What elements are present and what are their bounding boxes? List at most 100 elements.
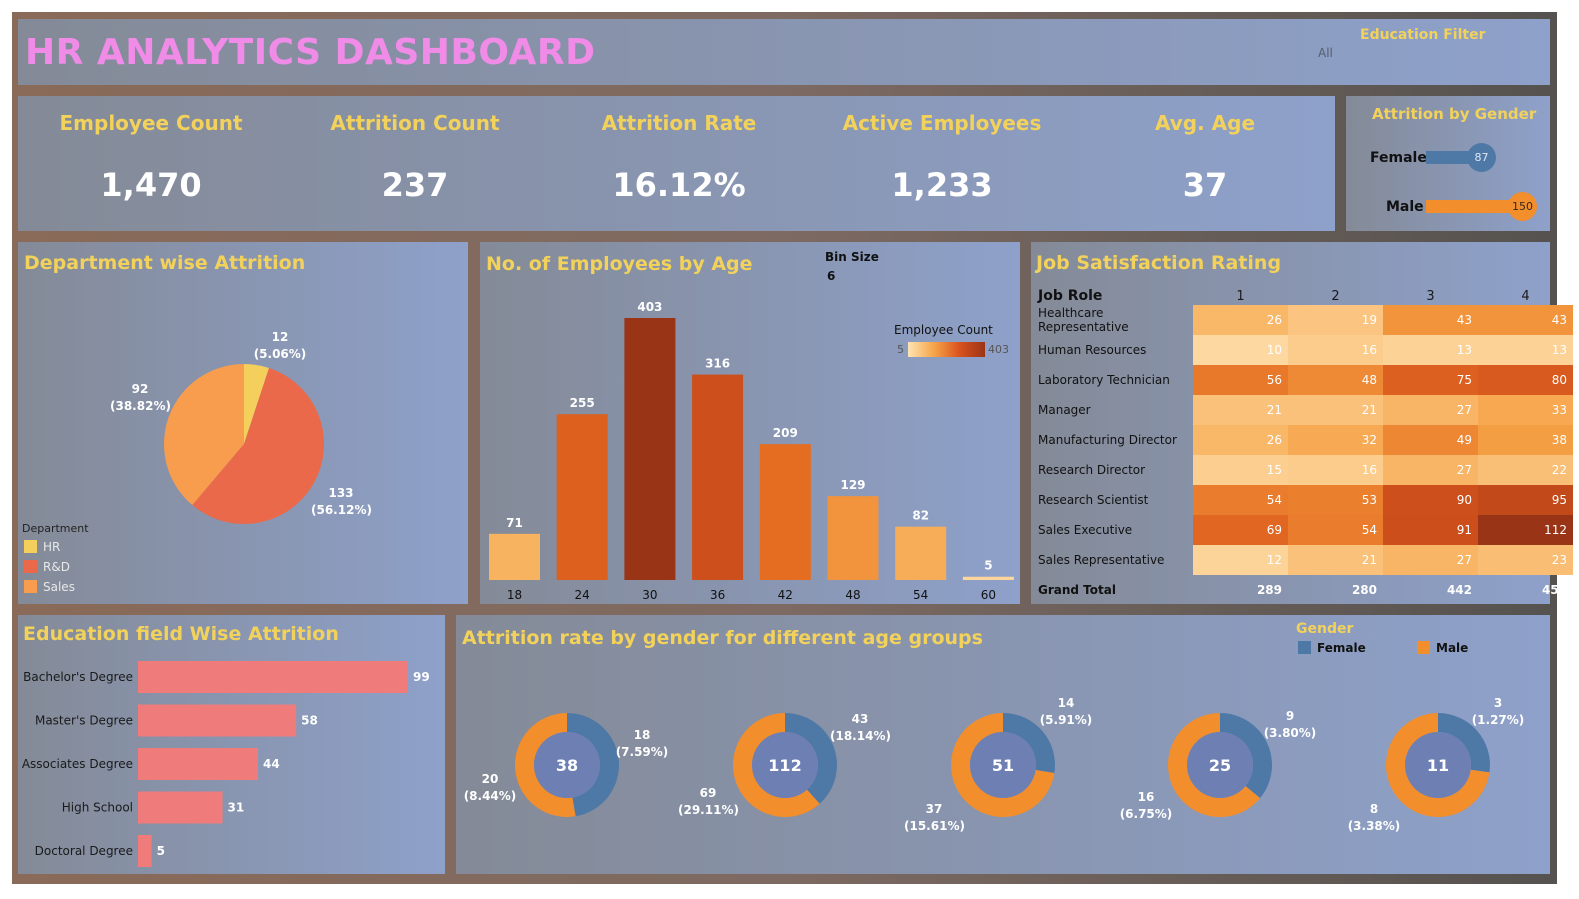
education-bar[interactable] [138, 835, 152, 867]
legend-item-rd[interactable]: R&D [24, 560, 70, 574]
grand-total-cell: 459 [1541, 583, 1567, 597]
legend-item-sales[interactable]: Sales [24, 580, 75, 594]
table-cell: 56 [1193, 365, 1288, 395]
table-cell: 54 [1193, 485, 1288, 515]
table-cell: 91 [1383, 515, 1478, 545]
table-row[interactable]: Manager 21 21 27 33 [1035, 395, 1573, 425]
table-cell: 48 [1288, 365, 1383, 395]
table-cell: 27 [1383, 545, 1478, 575]
column-header-3: 3 [1426, 288, 1435, 304]
job-role-label: Sales Representative [1038, 553, 1165, 567]
column-header-1: 1 [1236, 288, 1245, 304]
donut-male-label: 69 (29.11%) [678, 786, 739, 817]
table-row[interactable]: Research Director 15 16 27 22 [1035, 455, 1573, 485]
age-axis-tick-label: 18 [507, 588, 522, 602]
donut-total: 51 [991, 756, 1015, 775]
education-bar-value-label: 99 [413, 670, 430, 684]
age-panel: No. of Employees by Age Bin Size 6 Emplo… [480, 242, 1020, 604]
age-axis-tick-label: 24 [575, 588, 590, 602]
age-gender-panel: Attrition rate by gender for different a… [456, 615, 1550, 874]
education-category-label: High School [62, 801, 133, 815]
age-bar[interactable] [895, 526, 947, 580]
education-panel: Education field Wise Attrition Bachelor'… [18, 615, 445, 874]
age-bar-value-label: 209 [773, 426, 798, 440]
table-cell: 21 [1288, 395, 1383, 425]
table-row[interactable]: Sales Executive 69 54 91 112 [1035, 515, 1573, 545]
donut-female-label: 14 (5.91%) [1039, 696, 1093, 727]
table-row[interactable]: Sales Representative 12 21 27 23 [1035, 545, 1573, 575]
column-header-2: 2 [1331, 288, 1340, 304]
dept-label-rd: 133 (56.12%) [311, 486, 372, 517]
age-bar[interactable] [759, 444, 811, 580]
table-cell: 33 [1478, 395, 1573, 425]
age-axis-tick-label: 54 [913, 588, 928, 602]
table-cell: 53 [1288, 485, 1383, 515]
table-cell: 13 [1383, 335, 1478, 365]
donut-male-label: 16 (6.75%) [1119, 790, 1173, 821]
table-cell: 19 [1288, 305, 1383, 335]
table-cell: 16 [1288, 335, 1383, 365]
age-bar-value-label: 129 [840, 478, 865, 492]
job-role-label: Healthcare Representative [1038, 306, 1129, 334]
education-filter-dropdown[interactable]: All [1318, 46, 1333, 60]
table-cell: 80 [1478, 365, 1573, 395]
kpi-label-employee-count: Employee Count [59, 111, 243, 135]
table-cell: 32 [1288, 425, 1383, 455]
table-cell: 95 [1478, 485, 1573, 515]
donut-female-label: 9 (3.80%) [1263, 709, 1317, 740]
age-axis-tick-label: 36 [710, 588, 725, 602]
age-axis-tick-label: 60 [981, 588, 996, 602]
department-pie-chart[interactable] [18, 242, 468, 604]
job-role-label: Research Scientist [1038, 493, 1149, 507]
education-bar-value-label: 58 [301, 714, 318, 728]
donut-female-label: 18 (7.59%) [615, 728, 669, 759]
table-row[interactable]: Manufacturing Director 26 32 49 38 [1035, 425, 1573, 455]
table-cell: 90 [1383, 485, 1478, 515]
donut-total: 112 [768, 756, 802, 775]
gender-attrition-title: Attrition by Gender [1372, 105, 1537, 123]
column-header-job-role: Job Role [1038, 288, 1103, 304]
kpi-value-attrition-count: 237 [381, 166, 449, 204]
education-bar[interactable] [138, 791, 223, 824]
age-bar[interactable] [827, 496, 879, 580]
age-bar[interactable] [489, 533, 540, 580]
table-row[interactable]: Laboratory Technician 56 48 75 80 [1035, 365, 1573, 395]
education-category-label: Associates Degree [22, 757, 133, 771]
legend-item-hr[interactable]: HR [24, 540, 60, 554]
age-bar-value-label: 255 [570, 396, 595, 410]
table-cell: 21 [1288, 545, 1383, 575]
age-bar-value-label: 403 [637, 300, 662, 314]
table-cell: 112 [1478, 515, 1573, 545]
education-bar[interactable] [138, 704, 297, 737]
age-axis-tick-label: 30 [642, 588, 657, 602]
education-bar-value-label: 44 [263, 757, 280, 771]
age-bar[interactable] [962, 576, 1014, 580]
table-cell: 54 [1288, 515, 1383, 545]
education-bar-chart: Bachelor's Degree 99 Master's Degree 58 Asso… [22, 661, 430, 867]
grand-total-label: Grand Total [1038, 583, 1116, 597]
job-satisfaction-table: Job Role 1 2 3 4 Healthcare Representati… [1035, 287, 1573, 605]
donut-female-label: 43 (18.14%) [830, 712, 891, 743]
job-role-label: Human Resources [1038, 343, 1147, 357]
table-cell: 16 [1288, 455, 1383, 485]
gender-dot-male: 150 [1508, 192, 1537, 221]
job-satisfaction-title: Job Satisfaction Rating [1036, 252, 1282, 274]
donut-total: 25 [1208, 756, 1232, 775]
age-bar-value-label: 71 [506, 516, 523, 530]
education-bar[interactable] [138, 748, 258, 780]
table-cell: 27 [1383, 455, 1478, 485]
education-bar[interactable] [138, 661, 408, 693]
education-category-label: Bachelor's Degree [23, 670, 133, 684]
kpi-value-avg-age: 37 [1182, 166, 1228, 204]
department-panel: Department wise Attrition 12 (5.06%) 92 (3… [18, 242, 468, 604]
table-cell: 69 [1193, 515, 1288, 545]
age-bar[interactable] [624, 318, 676, 580]
age-bar[interactable] [556, 414, 608, 580]
table-row[interactable]: Human Resources 10 16 13 13 [1035, 335, 1573, 365]
kpi-label-attrition-count: Attrition Count [330, 111, 500, 135]
age-bar[interactable] [692, 374, 744, 580]
table-row[interactable]: Healthcare Representative 26 19 43 43 [1035, 305, 1573, 335]
job-role-label: Research Director [1038, 463, 1146, 477]
table-row[interactable]: Research Scientist 54 53 90 95 [1035, 485, 1573, 515]
table-header-row: Job Role 1 2 3 4 [1035, 287, 1573, 305]
